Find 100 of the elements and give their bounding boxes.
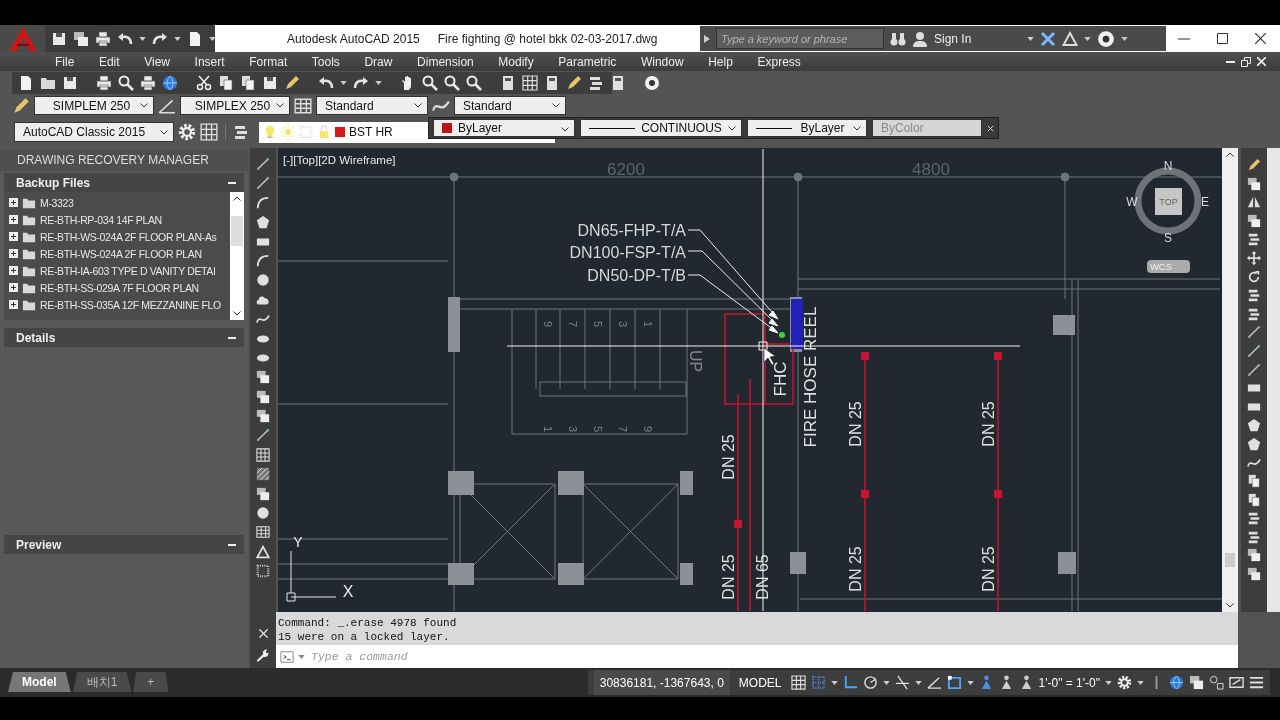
pencil-icon[interactable] <box>284 75 300 91</box>
collapse-icon[interactable] <box>228 181 236 184</box>
caret-icon[interactable] <box>1084 36 1092 41</box>
maximize-icon[interactable] <box>1217 33 1228 44</box>
pentagon-icon[interactable] <box>256 215 270 230</box>
model-space-button[interactable]: MODEL <box>734 675 786 690</box>
pencil-icon[interactable] <box>566 75 582 91</box>
pencil-icon[interactable] <box>1247 158 1261 172</box>
line-icon[interactable] <box>1247 362 1261 377</box>
scissors-icon[interactable] <box>196 75 212 91</box>
chevron-icon[interactable] <box>414 103 422 108</box>
arc-icon[interactable] <box>256 253 270 268</box>
chevron-icon[interactable] <box>1226 603 1234 608</box>
layout-tab[interactable]: Model <box>8 672 71 692</box>
menu-item[interactable]: Dimension <box>417 54 474 69</box>
caret-icon[interactable] <box>340 81 347 85</box>
circle-icon[interactable] <box>256 273 270 288</box>
restore-icon[interactable] <box>1241 56 1251 67</box>
section-header[interactable]: Details <box>4 328 244 347</box>
scroll-thumb[interactable] <box>1225 553 1235 567</box>
mirror-icon[interactable] <box>1247 195 1261 210</box>
scrollbar[interactable] <box>230 192 244 320</box>
terminal-icon[interactable] <box>280 649 294 664</box>
triangle-icon[interactable] <box>1062 30 1079 47</box>
line-icon[interactable] <box>256 428 270 443</box>
collapse-icon[interactable] <box>228 543 236 546</box>
layout-tab[interactable]: 배치1 <box>72 672 132 692</box>
pencil-icon[interactable] <box>12 96 30 115</box>
linetype-dropdown[interactable]: CONTINUOUS <box>580 119 742 137</box>
menu-item[interactable]: Format <box>249 54 288 69</box>
chevron-icon[interactable] <box>853 125 861 131</box>
globe-icon[interactable] <box>162 75 178 91</box>
caret-icon[interactable] <box>139 36 146 41</box>
menu-item[interactable]: Modify <box>498 54 534 69</box>
style-dropdown[interactable]: Standard <box>454 96 566 115</box>
square-icon[interactable] <box>946 675 962 690</box>
stacked-sheets-icon[interactable] <box>1247 213 1261 228</box>
hatch-icon[interactable] <box>256 467 270 482</box>
binoculars-icon[interactable] <box>890 30 906 47</box>
sign-in-button[interactable]: Sign In <box>934 31 972 46</box>
pages-icon[interactable] <box>218 75 234 91</box>
stacked-sheets-icon[interactable] <box>256 409 270 424</box>
caret-icon[interactable] <box>1105 680 1112 685</box>
close-icon[interactable] <box>1255 33 1266 44</box>
backup-file-item[interactable]: RE-BTH-WS-024A 2F FLOOR PLAN <box>40 247 202 260</box>
cross-lines-icon[interactable] <box>894 675 910 690</box>
stacked-sheets-icon[interactable] <box>1247 567 1261 582</box>
pages-icon[interactable] <box>240 75 256 91</box>
curved-arrow-icon[interactable] <box>117 30 133 47</box>
printer-icon[interactable] <box>96 75 112 91</box>
layers-icon[interactable] <box>1247 288 1261 303</box>
pentagon-icon[interactable] <box>1247 436 1261 451</box>
section-header[interactable]: Preview <box>4 535 244 554</box>
curved-arrow-icon[interactable] <box>152 30 168 47</box>
workspace-dropdown[interactable]: AutoCAD Classic 2015 <box>14 122 174 142</box>
magnifier-icon[interactable] <box>444 75 460 91</box>
lineweight-dropdown[interactable]: ByLayer <box>747 119 867 137</box>
document-icon[interactable] <box>187 30 203 47</box>
printer-icon[interactable] <box>95 30 111 47</box>
chevron-icon[interactable] <box>561 127 569 132</box>
triangle-icon[interactable] <box>256 544 270 559</box>
pages-icon[interactable] <box>1247 474 1261 489</box>
chevron-icon[interactable] <box>276 103 284 108</box>
chevron-icon[interactable] <box>160 129 168 135</box>
calculator-icon[interactable] <box>500 75 516 91</box>
chevron-icon[interactable] <box>140 103 148 108</box>
stacked-sheets-icon[interactable] <box>256 370 270 385</box>
caret-icon[interactable] <box>375 81 382 85</box>
caret-icon[interactable] <box>174 36 181 41</box>
menu-item[interactable]: Edit <box>98 54 120 69</box>
style-dropdown[interactable]: Standard <box>316 96 428 115</box>
grid-icon[interactable] <box>522 75 538 91</box>
line-icon[interactable] <box>256 176 270 191</box>
curved-arrow-icon[interactable] <box>318 75 334 91</box>
layers-icon[interactable] <box>1247 529 1261 544</box>
search-field[interactable]: Type a keyword or phrase <box>716 28 884 49</box>
menu-item[interactable]: View <box>144 54 170 69</box>
caret-icon[interactable] <box>966 680 974 685</box>
magnifier-icon[interactable] <box>422 75 438 91</box>
expand-icon[interactable] <box>9 198 18 207</box>
expand-icon[interactable] <box>9 232 18 241</box>
caret-icon[interactable] <box>1121 36 1129 41</box>
caret-icon[interactable] <box>914 680 922 685</box>
expand-icon[interactable] <box>9 215 18 224</box>
chevron-icon[interactable] <box>233 196 241 201</box>
dot-grid-icon[interactable] <box>810 675 826 690</box>
backup-file-item[interactable]: M-3323 <box>40 196 74 209</box>
caret-icon[interactable] <box>1027 36 1035 41</box>
menu-item[interactable]: Parametric <box>558 54 617 69</box>
scroll-thumb[interactable] <box>231 216 243 246</box>
caret-icon[interactable] <box>830 680 838 685</box>
settings-icon[interactable] <box>178 123 196 141</box>
stacked-sheets-icon[interactable] <box>256 486 270 501</box>
circle-icon[interactable] <box>256 506 270 521</box>
arc-icon[interactable] <box>256 195 270 210</box>
expand-icon[interactable] <box>9 249 18 258</box>
backup-file-item[interactable]: RE-BTH-SS-035A 12F MEZZANINE FLO <box>40 298 221 311</box>
chevron-icon[interactable] <box>728 125 736 131</box>
stacked-sheets-icon[interactable] <box>73 30 89 47</box>
menu-item[interactable]: Tools <box>311 54 340 69</box>
